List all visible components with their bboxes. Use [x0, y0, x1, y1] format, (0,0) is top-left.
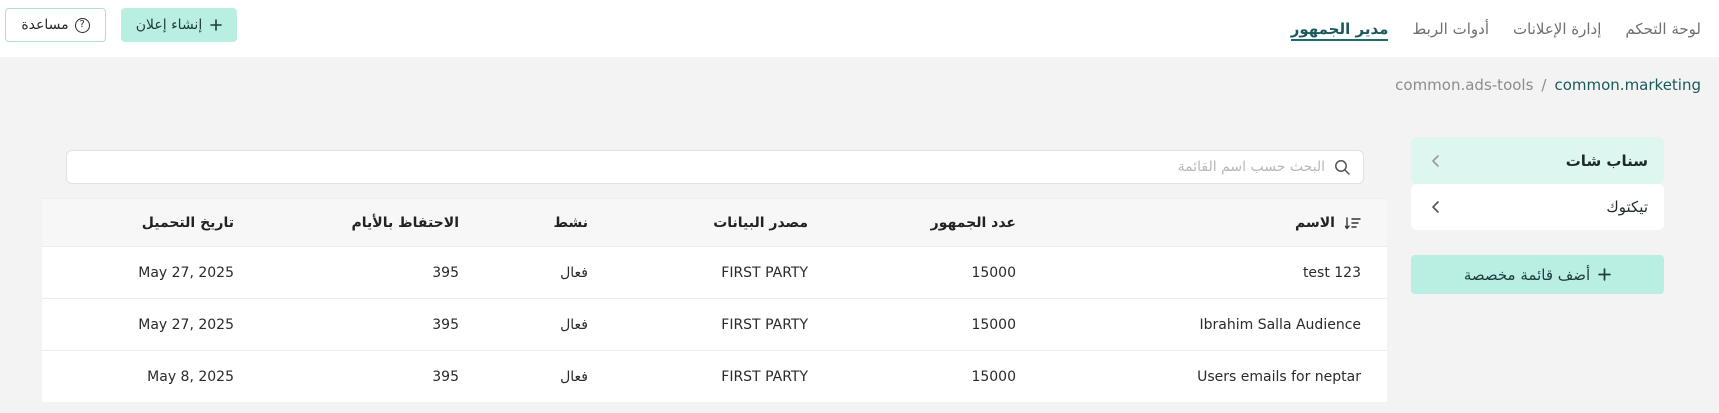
- cell-upload-date: May 27, 2025: [138, 316, 234, 333]
- cell-upload-date: May 8, 2025: [147, 368, 234, 385]
- question-circle-icon: ?: [74, 17, 90, 33]
- header-audience-count: عدد الجمهور: [930, 214, 1016, 231]
- search-icon: [1335, 160, 1350, 175]
- cell-active: فعال: [560, 368, 588, 385]
- table-row[interactable]: test 123 15000 FIRST PARTY فعال 395 May …: [42, 246, 1387, 298]
- audience-table: الاسم عدد الجمهور مصدر البيانات نشط الاح…: [42, 198, 1387, 402]
- breadcrumb-parent[interactable]: common.ads-tools: [1395, 76, 1533, 94]
- nav-tabs: لوحة التحكم إدارة الإعلانات أدوات الربط …: [1290, 0, 1701, 57]
- cell-audience-count: 15000: [971, 264, 1016, 281]
- cell-active: فعال: [560, 316, 588, 333]
- search-input[interactable]: [125, 151, 1325, 183]
- plus-icon: [210, 19, 223, 31]
- cell-audience-count: 15000: [971, 368, 1016, 385]
- table-header-row: الاسم عدد الجمهور مصدر البيانات نشط الاح…: [42, 198, 1387, 246]
- tab-audience-manager[interactable]: مدير الجمهور: [1290, 0, 1388, 57]
- header-retention-days: الاحتفاظ بالأيام: [351, 214, 460, 231]
- cell-upload-date: May 27, 2025: [138, 264, 234, 281]
- cell-retention-days: 395: [432, 316, 459, 333]
- sidebar-item-label: تيكتوك: [1606, 198, 1648, 216]
- cell-name: Ibrahim Salla Audience: [1199, 316, 1362, 333]
- cell-data-source: FIRST PARTY: [721, 316, 808, 333]
- cell-retention-days: 395: [432, 264, 459, 281]
- cell-data-source: FIRST PARTY: [721, 368, 808, 385]
- chevron-left-icon: [1432, 201, 1439, 213]
- help-label: مساعدة: [21, 17, 69, 33]
- header-data-source: مصدر البيانات: [713, 214, 808, 231]
- create-ad-button[interactable]: إنشاء إعلان: [121, 8, 237, 42]
- tab-integration-tools[interactable]: أدوات الربط: [1412, 0, 1489, 57]
- create-ad-label: إنشاء إعلان: [135, 17, 203, 33]
- sort-icon[interactable]: [1345, 216, 1361, 230]
- cell-data-source: FIRST PARTY: [721, 264, 808, 281]
- cell-name: Users emails for neptar: [1197, 368, 1361, 385]
- cell-name: test 123: [1302, 264, 1361, 281]
- cell-retention-days: 395: [432, 368, 459, 385]
- audience-list-panel: الاسم عدد الجمهور مصدر البيانات نشط الاح…: [42, 137, 1387, 403]
- add-custom-list-label: أضف قائمة مخصصة: [1463, 265, 1591, 284]
- help-button[interactable]: مساعدة ?: [5, 8, 106, 42]
- table-row[interactable]: Users emails for neptar 15000 FIRST PART…: [42, 350, 1387, 402]
- table-row[interactable]: Ibrahim Salla Audience 15000 FIRST PARTY…: [42, 298, 1387, 350]
- header-name-label: الاسم: [1295, 214, 1335, 231]
- plus-icon: [1598, 268, 1611, 281]
- tab-ads-management[interactable]: إدارة الإعلانات: [1513, 0, 1601, 57]
- search-box: [66, 150, 1364, 184]
- breadcrumb-current[interactable]: common.marketing: [1554, 76, 1701, 94]
- sidebar-item-tiktok[interactable]: تيكتوك: [1411, 184, 1664, 230]
- header-upload-date: تاريخ التحميل: [141, 214, 234, 231]
- header-active: نشط: [553, 214, 589, 231]
- breadcrumb-separator: /: [1541, 76, 1547, 94]
- cell-active: فعال: [560, 264, 588, 281]
- top-nav-bar: لوحة التحكم إدارة الإعلانات أدوات الربط …: [0, 0, 1719, 57]
- cell-audience-count: 15000: [971, 316, 1016, 333]
- add-custom-list-button[interactable]: أضف قائمة مخصصة: [1411, 255, 1664, 294]
- tab-dashboard[interactable]: لوحة التحكم: [1625, 0, 1701, 57]
- breadcrumb: common.ads-tools / common.marketing: [1395, 74, 1701, 96]
- chevron-left-icon: [1432, 154, 1439, 167]
- sidebar-item-snapchat[interactable]: سناب شات: [1411, 137, 1664, 184]
- header-name[interactable]: الاسم: [1295, 199, 1361, 246]
- sidebar-item-label: سناب شات: [1565, 151, 1648, 170]
